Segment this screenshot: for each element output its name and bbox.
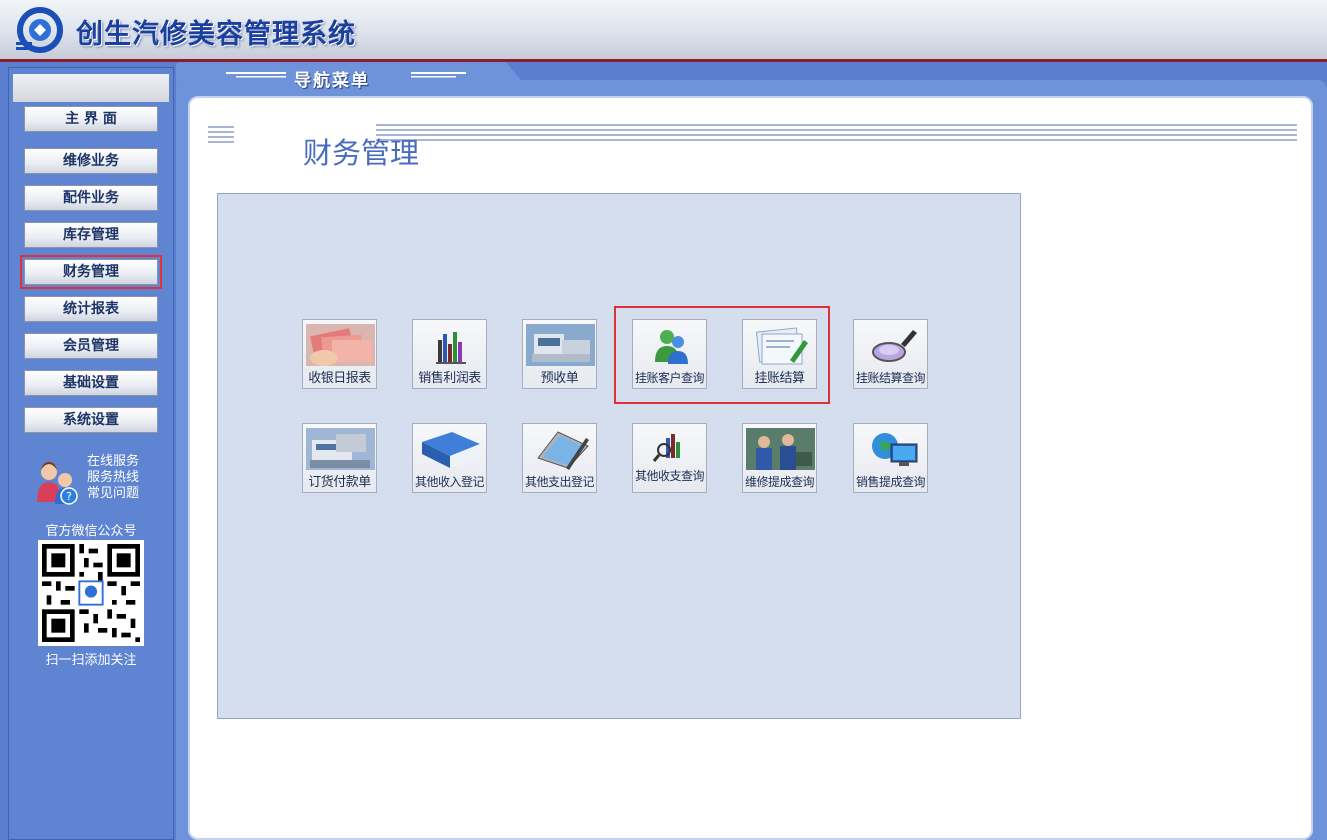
sidebar: 主 界 面 维修业务 配件业务 库存管理 财务管理 统计报表 会员管理 基础设置… (8, 67, 174, 840)
sidebar-item-home[interactable]: 主 界 面 (24, 106, 158, 132)
magnifier-icon (872, 330, 917, 362)
tile-label: 其他收支查询 (634, 469, 705, 483)
faq-link[interactable]: 常见问题 (87, 486, 139, 502)
logo-icon (16, 7, 63, 53)
sidebar-item-finance[interactable]: 财务管理 (20, 255, 162, 289)
tile-sales-profit[interactable]: 销售利润表 (412, 319, 487, 389)
nav-tab-label: 导航菜单 (294, 71, 370, 91)
tile-label: 维修提成查询 (744, 475, 815, 489)
tile-cashier-daily-report[interactable]: 收银日报表 (302, 319, 377, 389)
sidebar-item-basic-settings[interactable]: 基础设置 (24, 370, 158, 396)
cash-register-icon (526, 324, 595, 366)
globe-monitor-icon (872, 433, 918, 466)
sidebar-item-inventory[interactable]: 库存管理 (24, 222, 158, 248)
tile-other-income-register[interactable]: 其他收入登记 (412, 423, 487, 493)
sidebar-item-system-settings[interactable]: 系统设置 (24, 407, 158, 433)
chart-search-icon (652, 434, 680, 462)
tile-label: 订货付款单 (308, 475, 371, 490)
tile-other-income-expense-query[interactable]: 其他收支查询 (632, 423, 707, 493)
tile-label: 挂账结算查询 (855, 371, 926, 385)
tile-credit-settlement-query[interactable]: 挂账结算查询 (853, 319, 928, 389)
qr-code-icon (42, 544, 140, 642)
heading-decor-right (376, 124, 1297, 141)
tile-order-payment[interactable]: 订货付款单 (302, 423, 377, 493)
tile-label: 其他收入登记 (414, 475, 485, 489)
money-icon (306, 324, 375, 366)
sidebar-item-reports[interactable]: 统计报表 (24, 296, 158, 322)
payment-machine-icon (306, 428, 375, 470)
sidebar-item-members[interactable]: 会员管理 (24, 333, 158, 359)
support-agents-icon: ? (37, 462, 78, 505)
tile-repair-commission-query[interactable]: 维修提成查询 (742, 423, 817, 493)
tablet-icon (537, 431, 589, 470)
tile-label: 收银日报表 (308, 371, 371, 386)
help-box: ? 在线服务 服务热线 常见问题 (31, 454, 161, 514)
service-hotline-link[interactable]: 服务热线 (87, 470, 139, 486)
workers-icon (746, 428, 815, 470)
tile-sales-commission-query[interactable]: 销售提成查询 (853, 423, 928, 493)
selection-highlight (614, 306, 830, 404)
tile-label: 其他支出登记 (524, 475, 595, 489)
app-header: 创生汽修美容管理系统 (0, 0, 1327, 62)
page-title: 财务管理 (303, 136, 420, 170)
tile-other-expense-register[interactable]: 其他支出登记 (522, 423, 597, 493)
sidebar-item-parts[interactable]: 配件业务 (24, 185, 158, 211)
svg-text:?: ? (66, 490, 72, 503)
app-title: 创生汽修美容管理系统 (76, 19, 356, 50)
sidebar-header (13, 74, 169, 102)
tile-prepayment[interactable]: 预收单 (522, 319, 597, 389)
online-service-link[interactable]: 在线服务 (87, 454, 139, 470)
heading-decor-left (208, 126, 234, 143)
qr-caption: 扫一扫添加关注 (45, 653, 137, 668)
bar-chart-icon (436, 332, 466, 364)
book-icon (422, 432, 480, 468)
qr-code (38, 540, 144, 646)
sidebar-item-repair[interactable]: 维修业务 (24, 148, 158, 174)
tile-label: 预收单 (540, 371, 579, 386)
tile-label: 销售利润表 (418, 371, 481, 386)
wechat-label: 官方微信公众号 (45, 524, 137, 539)
tile-label: 销售提成查询 (855, 475, 926, 489)
